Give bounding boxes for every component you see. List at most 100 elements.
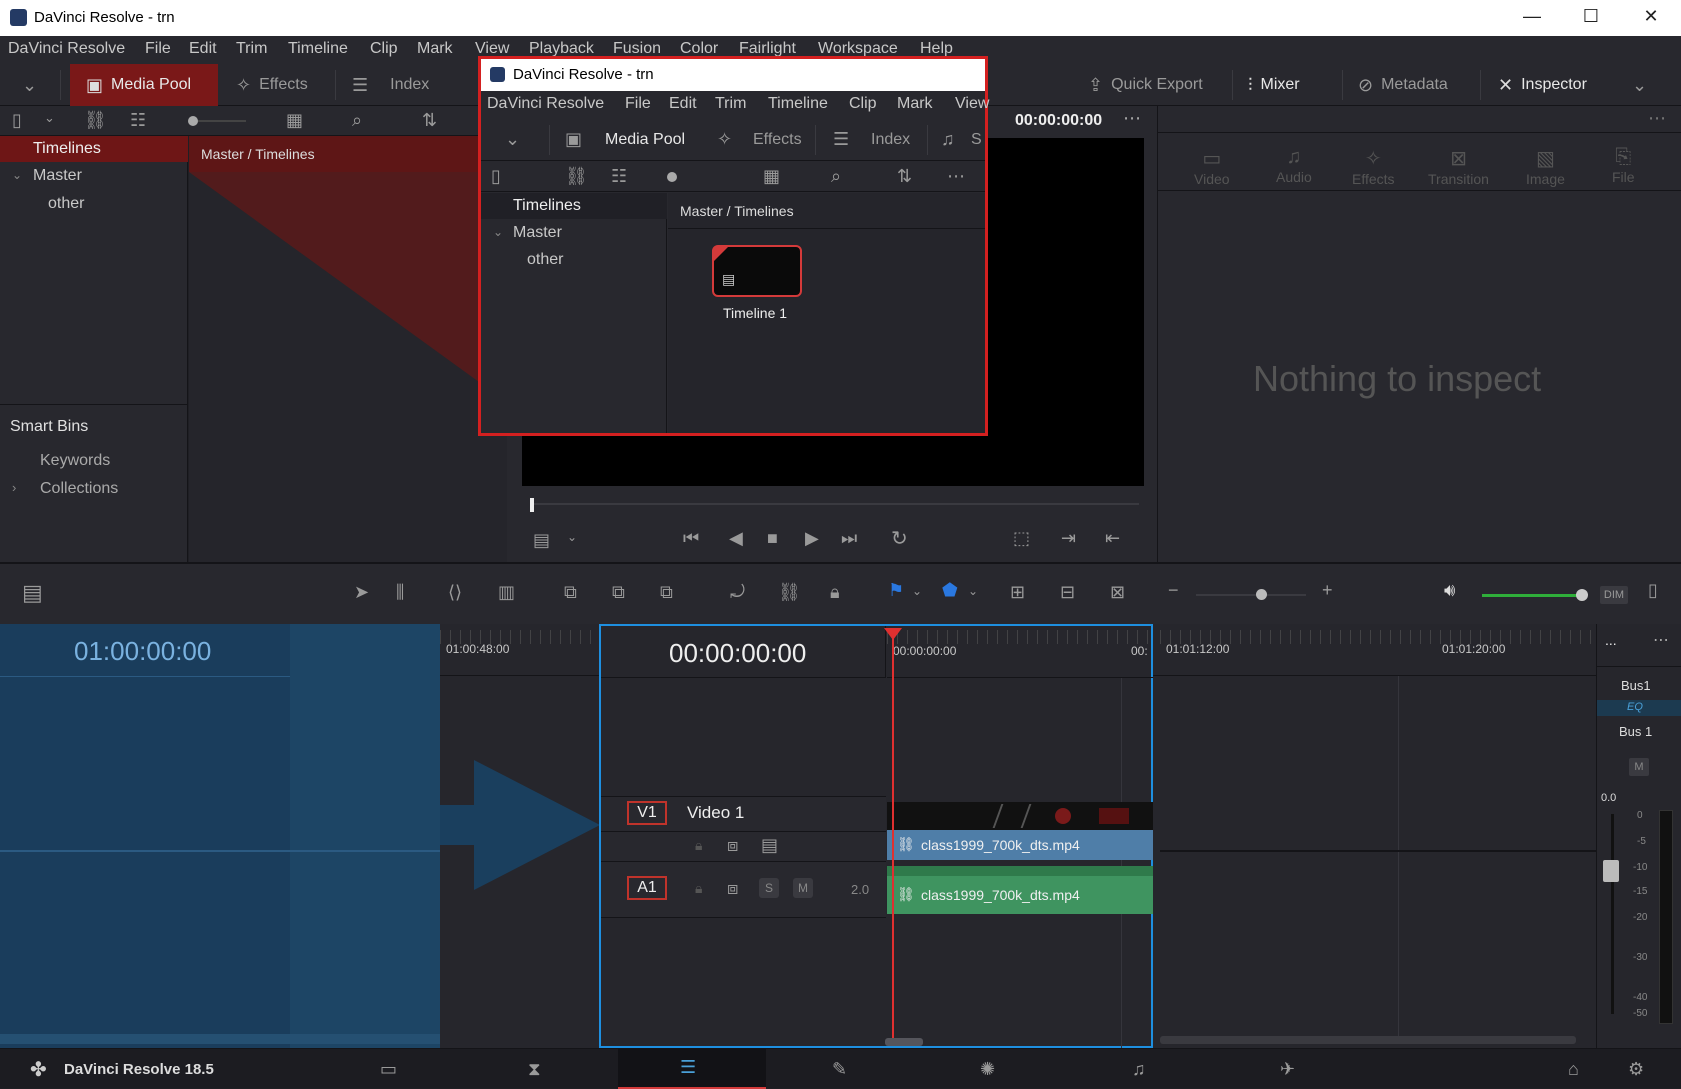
zoom-full-icon[interactable]: ⊞: [1010, 582, 1025, 603]
popup-bin-timelines[interactable]: Timelines: [481, 193, 667, 219]
link-icon[interactable]: ⛓: [565, 166, 588, 187]
effects-button[interactable]: ✧ Effects: [236, 64, 308, 106]
smart-bin-collections[interactable]: Collections: [40, 480, 118, 498]
a1-mute-button[interactable]: M: [793, 878, 813, 898]
sound-library-icon[interactable]: ♫: [941, 129, 955, 150]
loop-icon[interactable]: ↻: [891, 526, 908, 551]
sort-icon[interactable]: ⇅: [897, 166, 912, 187]
v1-track-tag[interactable]: V1: [627, 801, 667, 825]
popup-menu-clip[interactable]: Clip: [849, 95, 877, 113]
flag-icon[interactable]: ⚑: [888, 580, 904, 601]
media-pool-button[interactable]: ▣ Media Pool: [70, 64, 218, 106]
skip-start-icon[interactable]: ⏮: [683, 528, 699, 549]
audio-clip[interactable]: ⛓ class1999_700k_dts.mp4: [887, 876, 1153, 914]
snapping-icon[interactable]: ⤾: [730, 582, 745, 603]
chevron-down-icon[interactable]: ⌄: [968, 584, 978, 598]
dynamic-trim-icon[interactable]: ⟨⟩: [448, 582, 462, 603]
volume-icon[interactable]: 🔊︎: [1444, 580, 1455, 601]
index-button[interactable]: ☰ Index: [352, 64, 429, 106]
eq-strip[interactable]: EQ: [1597, 700, 1681, 716]
volume-slider-handle[interactable]: [1576, 589, 1588, 601]
selection-arrow-icon[interactable]: ➤: [354, 582, 369, 603]
zoom-slider-handle[interactable]: [667, 172, 677, 182]
list-icon[interactable]: ☰: [833, 129, 849, 150]
chevron-down-icon[interactable]: ⌄: [912, 584, 922, 598]
video-clip[interactable]: ⛓ class1999_700k_dts.mp4: [887, 830, 1153, 860]
lock-icon[interactable]: 🔒︎: [695, 837, 702, 854]
metadata-button[interactable]: ⊘ Metadata: [1358, 64, 1448, 106]
skip-end-icon[interactable]: ⏭: [841, 528, 857, 549]
popup-menu-mark[interactable]: Mark: [897, 95, 933, 113]
quick-export-button[interactable]: ⇪ Quick Export: [1088, 64, 1203, 106]
inspector-tab-image[interactable]: ▧ Image: [1526, 146, 1565, 187]
fader-track[interactable]: [1611, 814, 1614, 1014]
inspector-tab-transition[interactable]: ⊠ Transition: [1428, 146, 1489, 187]
bus-mute-button[interactable]: M: [1629, 758, 1649, 776]
popup-bin-master[interactable]: Master: [513, 224, 562, 242]
search-icon[interactable]: ⌕: [352, 110, 362, 131]
video-clip-thumbnails[interactable]: [887, 802, 1153, 830]
popup-menu-edit[interactable]: Edit: [669, 95, 697, 113]
bin-master[interactable]: Master: [33, 167, 82, 185]
video-track-toggle-icon[interactable]: ▤: [761, 835, 778, 856]
scrubber-track[interactable]: [531, 503, 1139, 505]
timeline-hscroll[interactable]: [1160, 1036, 1576, 1044]
search-icon[interactable]: ⌕: [831, 166, 841, 187]
fader-handle[interactable]: [1603, 860, 1619, 882]
chevron-right-icon[interactable]: ›: [12, 480, 16, 495]
mixer-more-button[interactable]: ...: [1605, 632, 1617, 648]
chevron-down-icon[interactable]: ⌄: [493, 225, 503, 239]
inspector-tab-video[interactable]: ▭ Video: [1194, 146, 1230, 187]
dim-button[interactable]: DIM: [1600, 586, 1628, 604]
timeline-view-options-icon[interactable]: ▤: [22, 580, 43, 606]
zoom-slider-handle[interactable]: [188, 116, 198, 126]
popup-menu-file[interactable]: File: [625, 95, 651, 113]
workspace-toggle[interactable]: ⌄: [22, 64, 37, 106]
popup-media-pool-label[interactable]: Media Pool: [605, 131, 685, 149]
popup-effects-label[interactable]: Effects: [753, 131, 802, 149]
minimize-button[interactable]: —: [1517, 6, 1547, 30]
menu-timeline[interactable]: Timeline: [288, 40, 348, 58]
viewer-options-icon[interactable]: ⋯: [1123, 108, 1141, 129]
media-page-icon[interactable]: ▭: [380, 1059, 397, 1080]
auto-select-icon[interactable]: ⧈: [727, 878, 738, 899]
zoom-detail-icon[interactable]: ⊟: [1060, 582, 1075, 603]
menu-edit[interactable]: Edit: [189, 40, 217, 58]
timeline-1-thumbnail[interactable]: ▤: [712, 245, 802, 297]
popup-menu-timeline[interactable]: Timeline: [768, 95, 828, 113]
chevron-box-icon[interactable]: ⌄: [505, 129, 520, 150]
smart-bin-keywords[interactable]: Keywords: [40, 452, 110, 470]
a1-solo-button[interactable]: S: [759, 878, 779, 898]
inspector-tab-effects[interactable]: ✧ Effects: [1352, 146, 1395, 187]
play-icon[interactable]: ▶: [805, 528, 819, 549]
popup-menu-davinci[interactable]: DaVinci Resolve: [487, 95, 604, 113]
timeline-zoom-handle[interactable]: [1256, 589, 1267, 600]
workspace-options[interactable]: ⌄: [1632, 64, 1647, 106]
sort-icon[interactable]: ⇅: [422, 110, 437, 131]
cut-page-icon[interactable]: ⧗: [528, 1059, 541, 1080]
replace-clip-icon[interactable]: ⧉: [660, 582, 673, 603]
popup-menu-trim[interactable]: Trim: [715, 95, 746, 113]
zoom-slider-track[interactable]: [198, 120, 246, 122]
link-icon[interactable]: ⛓: [84, 110, 107, 131]
caption-icon[interactable]: ☷: [130, 110, 146, 131]
chevron-down-icon[interactable]: ⌄: [567, 530, 577, 544]
viewer-clip-icon[interactable]: ▤: [533, 530, 550, 551]
chevron-down-icon[interactable]: ⌄: [12, 168, 22, 182]
marker-icon[interactable]: ⬟: [942, 580, 958, 601]
popup-index-label[interactable]: Index: [871, 131, 910, 149]
zoom-custom-icon[interactable]: ⊠: [1110, 582, 1125, 603]
blade-icon[interactable]: ▥: [498, 582, 515, 603]
menu-clip[interactable]: Clip: [370, 40, 398, 58]
scrubber-handle[interactable]: [530, 498, 534, 512]
menu-file[interactable]: File: [145, 40, 171, 58]
lock-icon[interactable]: 🔒︎: [695, 880, 702, 897]
timeline-zoom-track[interactable]: [1196, 594, 1306, 596]
match-frame-icon[interactable]: ⬚: [1013, 528, 1030, 549]
inspector-options-icon[interactable]: ⋯: [1648, 108, 1666, 129]
popup-menu-view[interactable]: View: [955, 95, 989, 113]
sidebar-toggle-icon[interactable]: ▯: [491, 166, 501, 187]
linked-selection-icon[interactable]: ⛓: [778, 582, 801, 603]
menu-trim[interactable]: Trim: [236, 40, 267, 58]
bin-timelines[interactable]: Timelines: [0, 136, 188, 162]
